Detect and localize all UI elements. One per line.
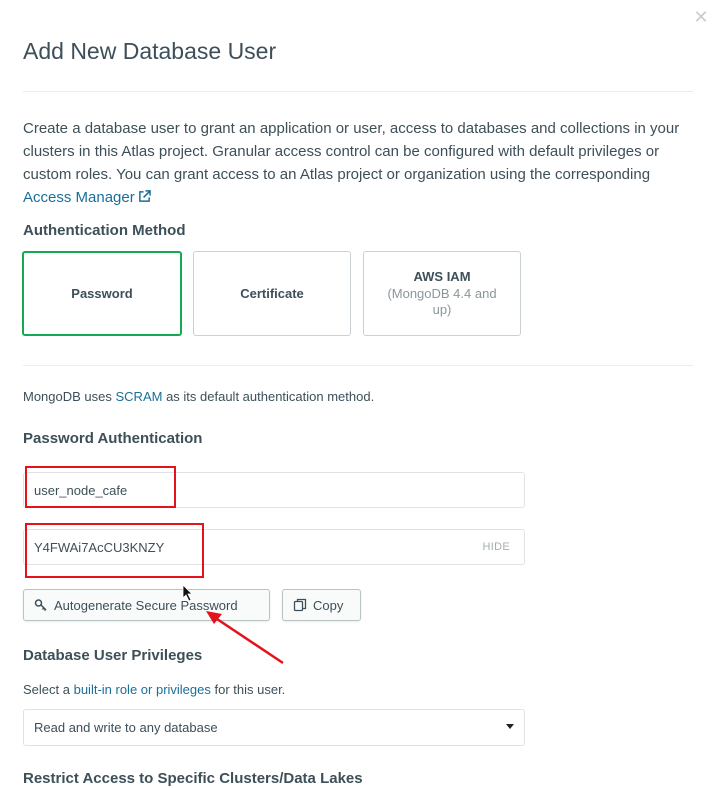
auth-option-label: AWS IAM [413,269,471,284]
db-privileges-heading: Database User Privileges [23,647,203,664]
close-icon[interactable]: ✕ [692,8,710,26]
role-select[interactable]: Read and write to any database [23,709,525,746]
dialog-title: Add New Database User [23,38,277,64]
privileges-desc-prefix: Select a [23,682,74,697]
auth-option-certificate[interactable]: Certificate [193,251,351,336]
auth-option-password[interactable]: Password [22,251,182,336]
auth-option-sublabel: (MongoDB 4.4 and up) [387,286,497,317]
role-select-value: Read and write to any database [34,720,218,735]
scram-link[interactable]: SCRAM [116,389,163,404]
copy-icon [293,598,307,612]
auth-option-label: Certificate [240,286,304,301]
scram-prefix: MongoDB uses [23,389,116,404]
privileges-description: Select a built-in role or privileges for… [23,682,285,697]
restrict-access-heading: Restrict Access to Specific Clusters/Dat… [23,770,363,787]
scram-note: MongoDB uses SCRAM as its default authen… [23,389,374,404]
chevron-down-icon [506,724,514,729]
copy-button[interactable]: Copy [282,589,361,621]
access-manager-link[interactable]: Access Manager [23,189,135,206]
key-icon [34,599,47,612]
auth-divider [23,365,693,366]
scram-suffix: as its default authentication method. [162,389,375,404]
highlight-box-password [25,523,204,578]
intro-text: Create a database user to grant an appli… [23,120,680,183]
autogenerate-password-button[interactable]: Autogenerate Secure Password [23,589,270,621]
autogenerate-label: Autogenerate Secure Password [54,597,238,613]
password-auth-heading: Password Authentication [23,430,203,447]
external-link-icon[interactable] [138,190,151,203]
auth-option-aws-iam[interactable]: AWS IAM (MongoDB 4.4 and up) [363,251,521,336]
privileges-desc-suffix: for this user. [210,682,286,697]
hide-password-button[interactable]: HIDE [483,541,510,553]
intro-paragraph: Create a database user to grant an appli… [23,117,693,209]
auth-method-heading: Authentication Method [23,222,186,239]
copy-label: Copy [313,597,344,613]
builtin-role-link[interactable]: built-in role or privileges [74,682,211,697]
auth-option-label: Password [71,286,133,301]
title-divider [23,91,693,92]
highlight-box-username [25,466,176,508]
